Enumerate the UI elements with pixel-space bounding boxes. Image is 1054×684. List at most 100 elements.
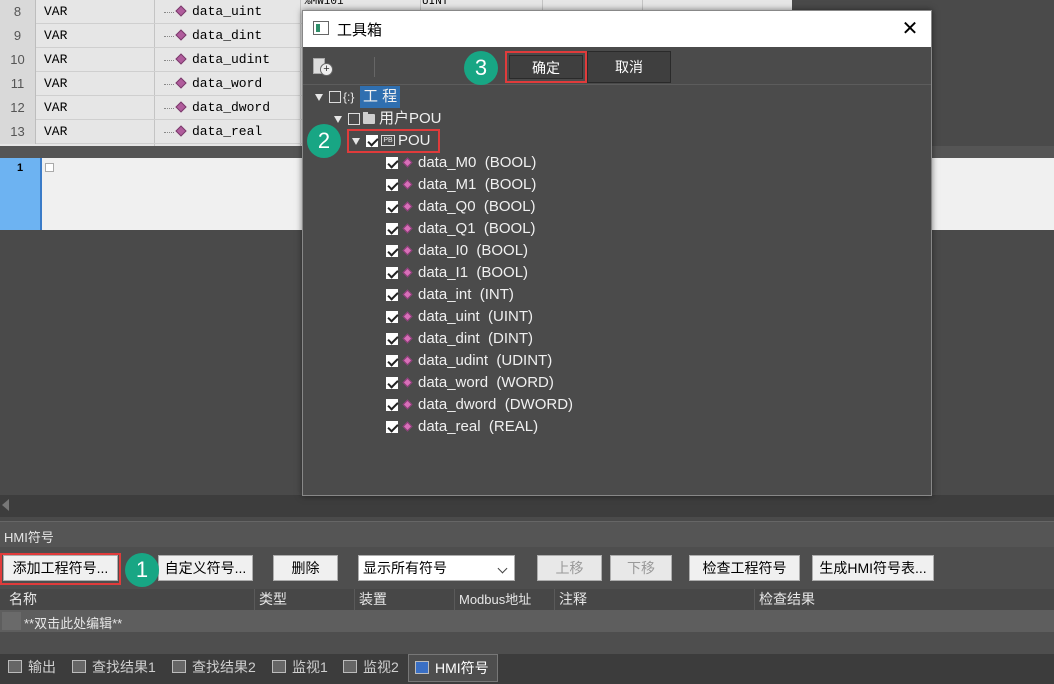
move-down-button[interactable]: 下移 [610, 555, 672, 581]
checkbox[interactable] [386, 311, 398, 323]
row-selector[interactable] [2, 612, 21, 630]
var-kind: VAR [44, 124, 68, 139]
panel-title: HMI符号 [4, 530, 54, 545]
checkbox[interactable] [386, 157, 398, 169]
horizontal-scrollbar[interactable] [0, 495, 1054, 517]
var-kind: VAR [44, 52, 68, 67]
checkbox[interactable] [386, 201, 398, 213]
tree-label: data_uint (UINT) [418, 308, 534, 325]
row-number: 10 [0, 48, 36, 72]
column-header-modbus[interactable]: Modbus地址 [454, 589, 531, 610]
tree-label: data_M0 (BOOL) [418, 154, 537, 171]
tab-label: 输出 [28, 659, 56, 675]
expand-arrow-icon[interactable] [315, 94, 323, 101]
check-project-symbol-button[interactable]: 检查工程符号 [689, 555, 800, 581]
toolbar-divider [374, 57, 375, 77]
find-icon [72, 660, 86, 673]
var-name: data_word [192, 76, 263, 91]
step-marker: 2 [307, 124, 341, 158]
highlight-box [347, 129, 440, 153]
var-name: data_real [192, 124, 263, 139]
checkbox[interactable] [386, 377, 398, 389]
generate-hmi-table-button[interactable]: 生成HMI符号表... [812, 555, 934, 581]
step-marker: 3 [464, 51, 498, 85]
tree-label: data_dword (DWORD) [418, 396, 574, 413]
column-header-comment[interactable]: 注释 [554, 589, 587, 610]
var-kind: VAR [44, 76, 68, 91]
tab-label: 监视1 [292, 659, 328, 675]
ok-button[interactable]: 确定 [505, 51, 587, 83]
output-icon [8, 660, 22, 673]
hmi-icon [415, 661, 429, 674]
var-name: data_udint [192, 52, 271, 67]
checkbox[interactable] [386, 179, 398, 191]
tab-label: HMI符号 [435, 660, 489, 676]
tab-find-results-1[interactable]: 查找结果1 [66, 654, 164, 682]
checkbox[interactable] [386, 289, 398, 301]
add-item-icon[interactable] [313, 58, 333, 76]
var-kind: VAR [44, 100, 68, 115]
checkbox[interactable] [329, 91, 341, 103]
delete-button[interactable]: 删除 [273, 555, 338, 581]
tab-watch-2[interactable]: 监视2 [337, 654, 405, 682]
checkbox[interactable] [386, 333, 398, 345]
folder-icon [363, 112, 375, 124]
watch-icon [272, 660, 286, 673]
dialog-title: 工具箱 [337, 22, 383, 39]
var-kind: VAR [44, 4, 68, 19]
row-number: 9 [0, 24, 36, 48]
panel-header [0, 521, 1054, 547]
tree-label: data_word (WORD) [418, 374, 554, 391]
scroll-left-icon[interactable] [2, 499, 9, 511]
row-number: 8 [0, 0, 36, 24]
tab-output[interactable]: 输出 [2, 654, 62, 682]
checkbox[interactable] [348, 113, 360, 125]
checkbox[interactable] [386, 267, 398, 279]
checkbox[interactable] [386, 355, 398, 367]
tree-connector [164, 60, 174, 61]
table-row[interactable] [0, 610, 1054, 632]
var-name: data_dword [192, 100, 271, 115]
tree-label: data_Q0 (BOOL) [418, 198, 536, 215]
tree-label: data_real (REAL) [418, 418, 539, 435]
tree-label: data_I1 (BOOL) [418, 264, 529, 281]
tree-label: data_int (INT) [418, 286, 514, 303]
highlight-box [0, 553, 121, 585]
close-icon[interactable]: ✕ [900, 18, 920, 38]
tree-label: data_udint (UDINT) [418, 352, 553, 369]
expand-arrow-icon[interactable] [334, 116, 342, 123]
tab-hmi-symbol[interactable]: HMI符号 [408, 654, 498, 682]
column-header-check[interactable]: 检查结果 [754, 589, 815, 610]
tree-label: data_M1 (BOOL) [418, 176, 537, 193]
row-number: 11 [0, 72, 36, 96]
tab-find-results-2[interactable]: 查找结果2 [166, 654, 264, 682]
column-header-name[interactable]: 名称 [5, 589, 37, 610]
checkbox[interactable] [386, 421, 398, 433]
row-number: 13 [0, 120, 36, 144]
dialog-titlebar[interactable] [303, 11, 931, 47]
checkbox[interactable] [386, 223, 398, 235]
column-header-device[interactable]: 装置 [354, 589, 387, 610]
cancel-button[interactable]: 取消 [587, 51, 671, 83]
tab-watch-1[interactable]: 监视1 [266, 654, 334, 682]
tree-connector [164, 12, 174, 13]
column-header-type[interactable]: 类型 [254, 589, 287, 610]
checkbox[interactable] [386, 245, 398, 257]
custom-symbol-button[interactable]: 自定义符号... [158, 555, 253, 581]
window-icon [313, 21, 329, 35]
expand-icon[interactable] [45, 163, 54, 172]
move-up-button[interactable]: 上移 [537, 555, 602, 581]
checkbox[interactable] [386, 399, 398, 411]
variable-icon [175, 53, 187, 65]
tree-connector [164, 84, 174, 85]
edit-placeholder-row[interactable]: **双击此处编辑** [24, 613, 122, 632]
tree-label: data_dint (DINT) [418, 330, 534, 347]
tree-label: 工 程 [360, 86, 401, 108]
var-name: data_uint [192, 4, 263, 19]
symbol-filter-select[interactable]: 显示所有符号 [358, 555, 515, 581]
tree-connector [164, 36, 174, 37]
ok-label: 确定 [509, 55, 583, 79]
variable-icon [175, 29, 187, 41]
project-icon: {:} [343, 90, 355, 104]
tab-label: 监视2 [363, 659, 399, 675]
